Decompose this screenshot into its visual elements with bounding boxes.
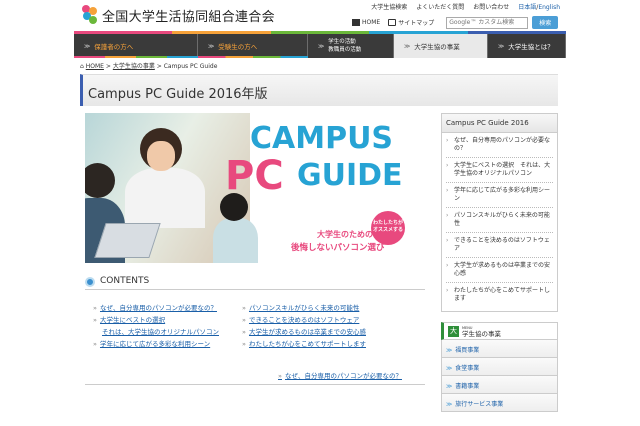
toc-link[interactable]: » わたしたちが心をこめてサポートします [242, 338, 366, 350]
toc-link-continued[interactable]: それは、大学生協のオリジナルパソコン [93, 326, 219, 338]
arrow-right-icon: › [446, 237, 449, 244]
arrow-right-icon: » [278, 372, 282, 380]
global-nav: ≫ 保護者の方へ ≫ 受験生の方へ ≫ 学生の活動 教職員の活動 ≫ 大学生協の事業 ≫ 大… [74, 34, 566, 58]
contact-link[interactable]: お問い合わせ [473, 2, 509, 11]
business-menu-item[interactable]: ≫ 書籍事業 [441, 376, 558, 394]
toc-link[interactable]: » 大学生にベストの選択 [93, 314, 219, 326]
toc-right: » パソコンスキルがひらく未来の可能性 » できることを決めるのはソフトウェア » 大… [242, 302, 366, 350]
breadcrumb-current: Campus PC Guide [163, 63, 218, 70]
sidebar: Campus PC Guide 2016 › なぜ、自分専用のパソコンが必要なの？… [441, 113, 558, 412]
hero-word-pc: PC [225, 153, 284, 199]
arrow-right-icon: ≫ [498, 42, 505, 50]
hero-banner: CAMPUS PC GUIDE わたしたちが オススメする 大学生のための 後悔し… [85, 113, 425, 263]
search-button[interactable]: 検索 [532, 16, 559, 29]
hero-word-campus: CAMPUS [250, 121, 394, 156]
arrow-right-icon: › [446, 262, 449, 269]
toc-left: » なぜ、自分専用のパソコンが必要なの？ » 大学生にベストの選択 それは、大学生協… [93, 302, 219, 350]
page-title: Campus PC Guide 2016年版 [88, 87, 268, 102]
home-link[interactable]: HOME [362, 19, 380, 26]
sidebar-item[interactable]: › わたしたちが心をこめてサポートします [446, 283, 553, 307]
sidebar-item[interactable]: › パソコンスキルがひらく未来の可能性 [446, 208, 553, 233]
arrow-right-icon: ≫ [208, 42, 215, 50]
business-menu-item[interactable]: ≫ 旅行サービス事業 [441, 394, 558, 412]
sidebar-item[interactable]: › なぜ、自分専用のパソコンが必要なの？ [446, 133, 553, 158]
arrow-right-icon: › [446, 137, 449, 144]
arrow-right-icon: » [93, 304, 97, 312]
logo-icon[interactable] [82, 5, 98, 25]
hero-word-guide: GUIDE [297, 158, 403, 193]
toc-link[interactable]: » 大学生が求めるものは卒業までの安心感 [242, 326, 366, 338]
business-menu-heading: 大 MENU 学生協の事業 [441, 322, 558, 340]
arrow-right-icon: » [242, 316, 246, 324]
toc-link[interactable]: » パソコンスキルがひらく未来の可能性 [242, 302, 366, 314]
bullet-icon [85, 277, 95, 287]
next-page-link[interactable]: » なぜ、自分専用のパソコンが必要なの？ [278, 370, 402, 380]
sidebar-heading: Campus PC Guide 2016 [441, 113, 558, 133]
site-title[interactable]: 全国大学生活協同組合連合会 [102, 6, 275, 25]
sidebar-item[interactable]: › 学年に応じて広がる多彩な利用シーン [446, 183, 553, 208]
search-input[interactable] [446, 16, 529, 29]
divider [85, 384, 425, 385]
nav-stripe [74, 56, 198, 58]
arrow-right-icon: » [93, 340, 97, 348]
sidebar-item[interactable]: › 大学生にベストの選択 それは、大学生協のオリジナルパソコン [446, 158, 553, 183]
contents-heading: CONTENTS [85, 276, 425, 290]
double-arrow-icon: ≫ [446, 365, 453, 372]
page: 全国大学生活協同組合連合会 大学生協検索 よくいただく質問 お問い合わせ 日本語… [74, 0, 567, 426]
nav-stripe [198, 56, 308, 58]
nav-parents[interactable]: ≫ 保護者の方へ [74, 34, 198, 58]
recommend-badge: わたしたちが オススメする [371, 211, 405, 245]
arrow-right-icon: ≫ [318, 42, 325, 50]
hero-subtitle-1: 大学生のための [317, 230, 373, 239]
sitemap-link[interactable]: サイトマップ [398, 18, 434, 27]
arrow-right-icon: » [242, 304, 246, 312]
breadcrumb-parent[interactable]: 大学生協の事業 [113, 63, 155, 70]
arrow-right-icon: » [93, 316, 97, 324]
breadcrumb: ⌂ HOME > 大学生協の事業 > Campus PC Guide [80, 63, 218, 70]
business-menu-item[interactable]: ≫ 福買事業 [441, 340, 558, 358]
nav-activities[interactable]: ≫ 学生の活動 教職員の活動 [308, 34, 394, 58]
double-arrow-icon: ≫ [446, 401, 453, 408]
hero-subtitle-2: 後悔しないパソコン選び [291, 243, 385, 253]
arrow-right-icon: › [446, 212, 449, 219]
business-menu-icon: 大 [448, 325, 459, 337]
language-switch: 日本語/English [518, 2, 560, 11]
business-menu-item[interactable]: ≫ 食堂事業 [441, 358, 558, 376]
sidebar-item[interactable]: › できることを決めるのはソフトウェア [446, 233, 553, 258]
coop-search-link[interactable]: 大学生協検索 [371, 2, 407, 11]
arrow-right-icon: › [446, 287, 449, 294]
arrow-right-icon: ≫ [404, 42, 411, 50]
faq-link[interactable]: よくいただく質問 [416, 2, 464, 11]
toc-link[interactable]: » なぜ、自分専用のパソコンが必要なの？ [93, 302, 219, 314]
arrow-right-icon: › [446, 162, 449, 169]
home-icon [352, 19, 360, 26]
toc-link[interactable]: » できることを決めるのはソフトウェア [242, 314, 366, 326]
sitemap-icon [388, 19, 397, 26]
double-arrow-icon: ≫ [446, 383, 453, 390]
arrow-right-icon: › [446, 187, 449, 194]
nav-business[interactable]: ≫ 大学生協の事業 [394, 34, 488, 58]
toc-link[interactable]: » 学年に応じて広がる多彩な利用シーン [93, 338, 219, 350]
arrow-right-icon: » [242, 340, 246, 348]
sidebar-item[interactable]: › 大学生が求めるものは卒業までの安心感 [446, 258, 553, 283]
arrow-right-icon: ≫ [84, 42, 91, 50]
sidebar-list: › なぜ、自分専用のパソコンが必要なの？ › 大学生にベストの選択 それは、大学生協… [441, 133, 558, 312]
laptop-image [94, 223, 161, 258]
nav-about[interactable]: ≫ 大学生協とは？ [488, 34, 566, 58]
double-arrow-icon: ≫ [446, 347, 453, 354]
lang-english[interactable]: English [538, 4, 560, 11]
utility-row: HOME サイトマップ 検索 [352, 16, 559, 29]
page-title-box: Campus PC Guide 2016年版 [80, 74, 558, 106]
home-small-icon: ⌂ [80, 63, 84, 70]
arrow-right-icon: » [242, 328, 246, 336]
lang-japanese[interactable]: 日本語 [518, 4, 536, 11]
breadcrumb-home[interactable]: HOME [86, 63, 104, 70]
nav-applicants[interactable]: ≫ 受験生の方へ [198, 34, 308, 58]
top-links: 大学生協検索 よくいただく質問 お問い合わせ 日本語/English [371, 2, 560, 11]
